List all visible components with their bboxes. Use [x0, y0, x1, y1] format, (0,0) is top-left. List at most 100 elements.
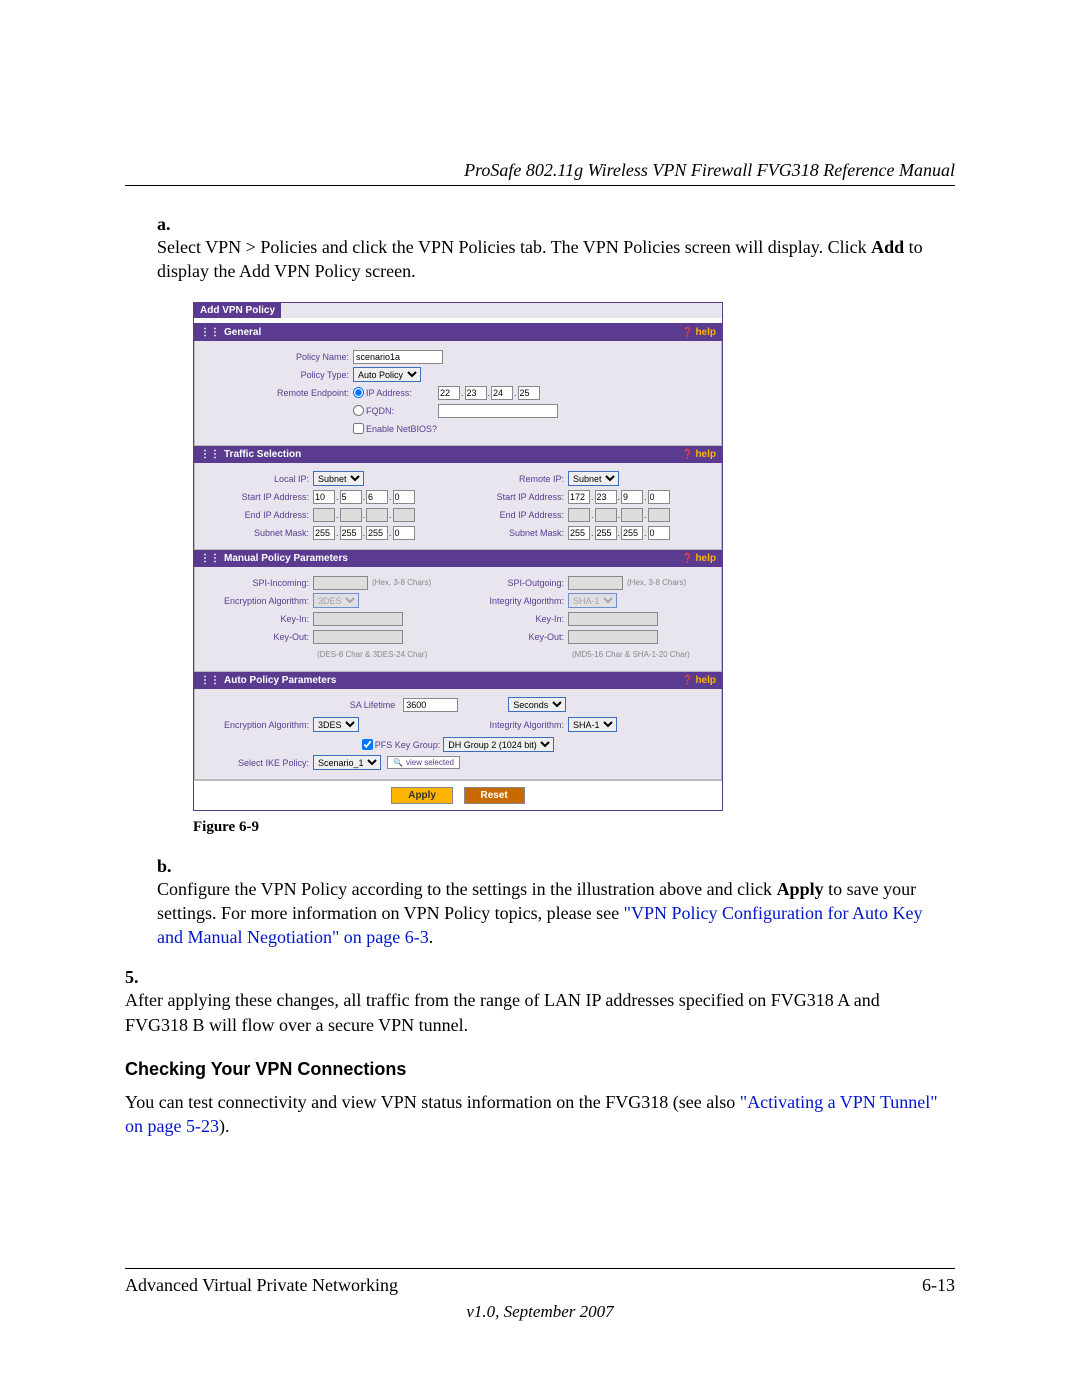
page-header: ProSafe 802.11g Wireless VPN Firewall FV…: [125, 160, 955, 186]
section-general-title: General: [224, 327, 261, 338]
man-int-select: SHA-1: [568, 593, 617, 608]
help-link-3[interactable]: help: [682, 553, 716, 564]
endpoint-fqdn-radio[interactable]: [353, 405, 364, 416]
remote-start-3[interactable]: [621, 490, 643, 504]
sa-lifetime-unit[interactable]: Seconds: [508, 697, 566, 712]
remote-mask-2[interactable]: [595, 526, 617, 540]
remote-end-4: [648, 508, 670, 522]
auto-enc-select[interactable]: 3DES: [313, 717, 359, 732]
step-a-text: Select VPN > Policies and click the VPN …: [157, 235, 927, 284]
body-pre: You can test connectivity and view VPN s…: [125, 1092, 740, 1112]
local-start-4[interactable]: [393, 490, 415, 504]
remote-end-2: [595, 508, 617, 522]
sa-lifetime-label: SA Lifetime: [350, 700, 400, 710]
enable-netbios-checkbox[interactable]: [353, 423, 364, 434]
step-5: 5. After applying these changes, all tra…: [125, 967, 955, 1037]
local-mask-label: Subnet Mask:: [203, 528, 313, 538]
step-a-bold: Add: [871, 237, 904, 257]
local-mask-4[interactable]: [393, 526, 415, 540]
man-keyin-input: [313, 612, 403, 626]
local-start-2[interactable]: [340, 490, 362, 504]
panel-auto: SA Lifetime Seconds Encryption Algorithm…: [194, 689, 722, 780]
reset-button[interactable]: Reset: [464, 787, 525, 804]
ip-octet-4[interactable]: [518, 386, 540, 400]
local-start-1[interactable]: [313, 490, 335, 504]
ip-octet-2[interactable]: [465, 386, 487, 400]
section-manual-title: Manual Policy Parameters: [224, 553, 348, 564]
help-link-4[interactable]: help: [682, 675, 716, 686]
view-selected-text: view selected: [406, 758, 454, 767]
spi-out-label: SPI-Outgoing:: [458, 578, 568, 588]
policy-type-label: Policy Type:: [203, 370, 353, 380]
help-link-2[interactable]: help: [682, 449, 716, 460]
remote-start-1[interactable]: [568, 490, 590, 504]
remote-ip-select[interactable]: Subnet: [568, 471, 619, 486]
remote-end-1: [568, 508, 590, 522]
policy-type-select[interactable]: Auto Policy: [353, 367, 421, 382]
man-keyout-input: [313, 630, 403, 644]
vpn-policy-screenshot: Add VPN Policy ⋮⋮General help Policy Nam…: [193, 302, 723, 811]
spi-in-hint: (Hex, 3-8 Chars): [372, 578, 431, 587]
apply-button[interactable]: Apply: [391, 787, 453, 804]
tab-add-vpn-policy[interactable]: Add VPN Policy: [194, 303, 281, 318]
remote-start-2[interactable]: [595, 490, 617, 504]
remote-mask-1[interactable]: [568, 526, 590, 540]
ip-octet-3[interactable]: [491, 386, 513, 400]
man-keyin-label: Key-In:: [203, 614, 313, 624]
section-auto: ⋮⋮Auto Policy Parameters help: [194, 672, 722, 689]
remote-end-ip-label: End IP Address:: [458, 510, 568, 520]
help-text-3: help: [695, 553, 716, 564]
page-footer: Advanced Virtual Private Networking 6-13…: [125, 1268, 955, 1322]
policy-name-label: Policy Name:: [203, 352, 353, 362]
sa-lifetime-input[interactable]: [403, 698, 458, 712]
remote-end-3: [621, 508, 643, 522]
help-text: help: [695, 327, 716, 338]
ip-octet-1[interactable]: [438, 386, 460, 400]
panel-general: Policy Name: Policy Type: Auto Policy Re…: [194, 341, 722, 446]
remote-mask-3[interactable]: [621, 526, 643, 540]
man-enc-select: 3DES: [313, 593, 359, 608]
remote-ip-label: Remote IP:: [458, 474, 568, 484]
man-enc-note: (DES-8 Char & 3DES-24 Char): [317, 650, 427, 659]
remote-start-ip-label: Start IP Address:: [458, 492, 568, 502]
pfs-checkbox[interactable]: [362, 739, 373, 750]
button-row: Apply Reset: [194, 780, 722, 810]
footer-left: Advanced Virtual Private Networking: [125, 1275, 398, 1296]
local-mask-2[interactable]: [340, 526, 362, 540]
body-paragraph: You can test connectivity and view VPN s…: [125, 1090, 955, 1139]
help-link[interactable]: help: [682, 327, 716, 338]
ike-select[interactable]: Scenario_1: [313, 755, 381, 770]
man-keyin2-input: [568, 612, 658, 626]
local-end-1: [313, 508, 335, 522]
auto-int-label: Integrity Algorithm:: [458, 720, 568, 730]
local-ip-label: Local IP:: [203, 474, 313, 484]
man-keyout2-input: [568, 630, 658, 644]
section-traffic: ⋮⋮Traffic Selection help: [194, 446, 722, 463]
section-traffic-title: Traffic Selection: [224, 449, 301, 460]
help-text-2: help: [695, 449, 716, 460]
remote-mask-4[interactable]: [648, 526, 670, 540]
footer-right: 6-13: [922, 1275, 955, 1296]
step-5-text: After applying these changes, all traffi…: [125, 988, 921, 1037]
step-b-bold: Apply: [777, 879, 824, 899]
manual-title: ProSafe 802.11g Wireless VPN Firewall FV…: [464, 160, 955, 180]
remote-start-4[interactable]: [648, 490, 670, 504]
step-a-label: a.: [157, 214, 185, 235]
auto-int-select[interactable]: SHA-1: [568, 717, 617, 732]
policy-name-input[interactable]: [353, 350, 443, 364]
auto-enc-label: Encryption Algorithm:: [203, 720, 313, 730]
view-selected-button[interactable]: view selected: [387, 756, 460, 769]
step-b-label: b.: [157, 856, 185, 877]
fqdn-input[interactable]: [438, 404, 558, 418]
local-mask-3[interactable]: [366, 526, 388, 540]
local-ip-select[interactable]: Subnet: [313, 471, 364, 486]
local-start-3[interactable]: [366, 490, 388, 504]
body-post: ).: [219, 1116, 230, 1136]
pfs-select[interactable]: DH Group 2 (1024 bit): [443, 737, 554, 752]
local-mask-1[interactable]: [313, 526, 335, 540]
panel-manual: SPI-Incoming:(Hex, 3-8 Chars) Encryption…: [194, 567, 722, 672]
endpoint-ip-radio[interactable]: [353, 387, 364, 398]
spi-in-input: [313, 576, 368, 590]
spi-out-input: [568, 576, 623, 590]
step-a: a. Select VPN > Policies and click the V…: [157, 214, 955, 284]
